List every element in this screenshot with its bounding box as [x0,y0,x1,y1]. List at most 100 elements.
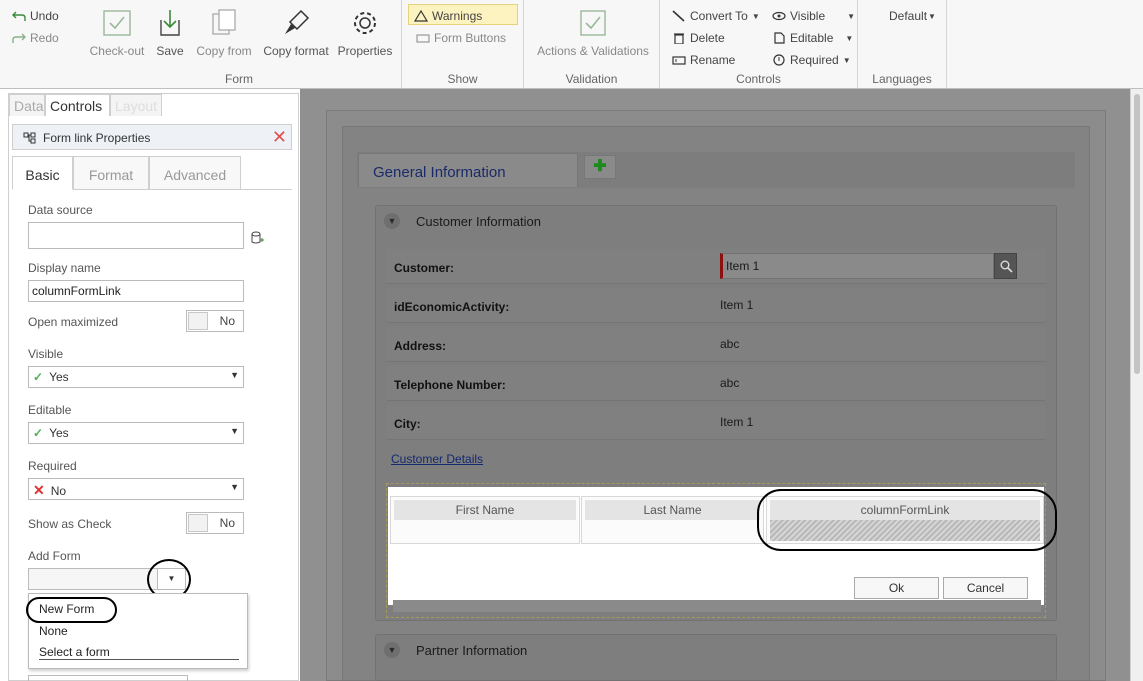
visible-select[interactable]: ✓ Yes ▼ [28,366,244,388]
copy-format-button[interactable]: Copy format [261,8,331,58]
field-value: abc [720,337,740,351]
cancel-button[interactable]: Cancel [943,577,1028,599]
toggle-knob [188,312,208,330]
section-header[interactable]: ▼ Customer Information [376,206,1056,236]
required-label: Required [790,53,839,67]
section-title: Partner Information [416,643,528,658]
tab-format[interactable]: Format [73,156,149,190]
field-label: Customer: [394,261,455,275]
section-partner: ▼ Partner Information [375,634,1057,681]
column-header: First Name [394,500,576,520]
field-row: City: Item 1 [387,405,1045,440]
required-button[interactable]: Required ▼ [772,53,851,67]
open-maximized-value: No [219,314,235,328]
check-icon: ✓ [33,426,44,440]
database-add-icon[interactable] [250,231,264,245]
copy-from-button[interactable]: Copy from [194,8,254,58]
tab-basic[interactable]: Basic [12,156,73,190]
checkout-label: Check-out [89,44,145,58]
show-group: Warnings Form Buttons Show [402,0,524,88]
field-value: Item 1 [720,298,754,312]
ribbon: Undo Redo Check-out Save Copy from Copy … [0,0,1143,89]
dropdown-item-select-form[interactable]: Select a form [39,645,239,660]
paintbrush-icon [285,9,310,34]
dropdown-item-none[interactable]: None [39,624,68,638]
tab-general-information[interactable]: General Information [358,153,578,187]
copy-format-label: Copy format [263,44,329,58]
actions-validations-button[interactable]: Actions & Validations [534,8,652,58]
properties-button[interactable]: Properties [337,8,393,58]
field-label: Telephone Number: [394,378,506,392]
tab-general-label: General Information [373,164,506,181]
controls-group: Convert To ▼ Delete Rename Visible ▼ Edita… [660,0,858,88]
redo-label: Redo [30,31,59,45]
trash-icon [674,33,684,44]
delete-label: Delete [690,31,725,45]
checkbox-icon [580,10,606,36]
warnings-button[interactable]: Warnings [414,9,482,23]
editable-value: Yes [49,426,69,440]
show-as-check-value: No [219,516,235,530]
redo-button[interactable]: Redo [12,31,59,45]
warning-icon [414,10,428,22]
save-button[interactable]: Save [153,8,187,58]
info-circle-icon [773,54,785,66]
required-select[interactable]: ✕ No ▼ [28,478,244,500]
chevron-down-icon[interactable]: ▼ [384,642,400,658]
section-header[interactable]: ▼ Partner Information [376,635,1056,665]
add-tab-button[interactable]: ✚ [584,155,616,179]
column-last-name[interactable]: Last Name [581,496,764,544]
actions-validations-label: Actions & Validations [537,44,649,58]
tab-controls[interactable]: Controls [45,94,110,116]
languages-group: Default ▼ Languages [858,0,947,88]
field-row: idEconomicActivity: Item 1 [387,288,1045,323]
show-as-check-toggle[interactable]: No [186,512,244,534]
vertical-scrollbar[interactable] [1130,89,1143,681]
toggle-knob [188,514,208,532]
annotation-circle [757,489,1057,551]
customer-value: Item 1 [726,259,760,273]
checkout-icon [103,10,131,36]
form-group-label: Form [225,72,253,86]
scrollbar-thumb[interactable] [1134,94,1140,374]
required-value: No [50,484,67,498]
rename-icon [672,56,686,65]
tab-layout[interactable]: Layout [110,94,162,116]
undo-label: Undo [30,9,59,23]
open-maximized-toggle[interactable]: No [186,310,244,332]
convert-to-button[interactable]: Convert To ▼ [672,9,760,23]
editable-select[interactable]: ✓ Yes ▼ [28,422,244,444]
form-buttons-button[interactable]: Form Buttons [416,31,506,45]
close-icon[interactable]: ✕ [272,127,287,148]
rename-button[interactable]: Rename [672,53,735,67]
data-source-input[interactable] [28,222,244,249]
convert-to-label: Convert To [690,9,748,23]
chevron-down-icon: ▼ [230,482,239,492]
search-button[interactable] [994,253,1017,279]
tab-advanced[interactable]: Advanced [149,156,241,190]
field-row: Telephone Number: abc [387,366,1045,401]
wand-icon [672,10,685,22]
customer-input[interactable]: Item 1 [720,253,994,279]
delete-button[interactable]: Delete [672,31,725,45]
display-name-input[interactable]: columnFormLink [28,280,244,302]
ok-button[interactable]: Ok [854,577,939,599]
column-first-name[interactable]: First Name [390,496,580,544]
property-tabs: Basic Format Advanced [12,156,292,190]
visible-button[interactable]: Visible ▼ [772,9,855,23]
properties-title: Form link Properties [43,131,151,145]
languages-group-label: Languages [872,72,932,86]
gear-icon [354,12,376,34]
column-header: Last Name [585,500,760,520]
chevron-down-icon[interactable]: ▼ [384,213,400,229]
undo-button[interactable]: Undo [12,9,59,23]
next-field [28,675,188,681]
chevron-down-icon: ▼ [230,426,239,436]
editable-label: Editable [28,403,72,417]
tab-data[interactable]: Data [9,94,45,116]
editable-button[interactable]: Editable ▼ [772,31,853,45]
customer-details-link[interactable]: Customer Details [391,452,483,466]
language-dropdown[interactable]: Default ▼ [889,9,936,23]
editable-label: Editable [790,31,834,45]
checkout-button[interactable]: Check-out [87,8,147,58]
